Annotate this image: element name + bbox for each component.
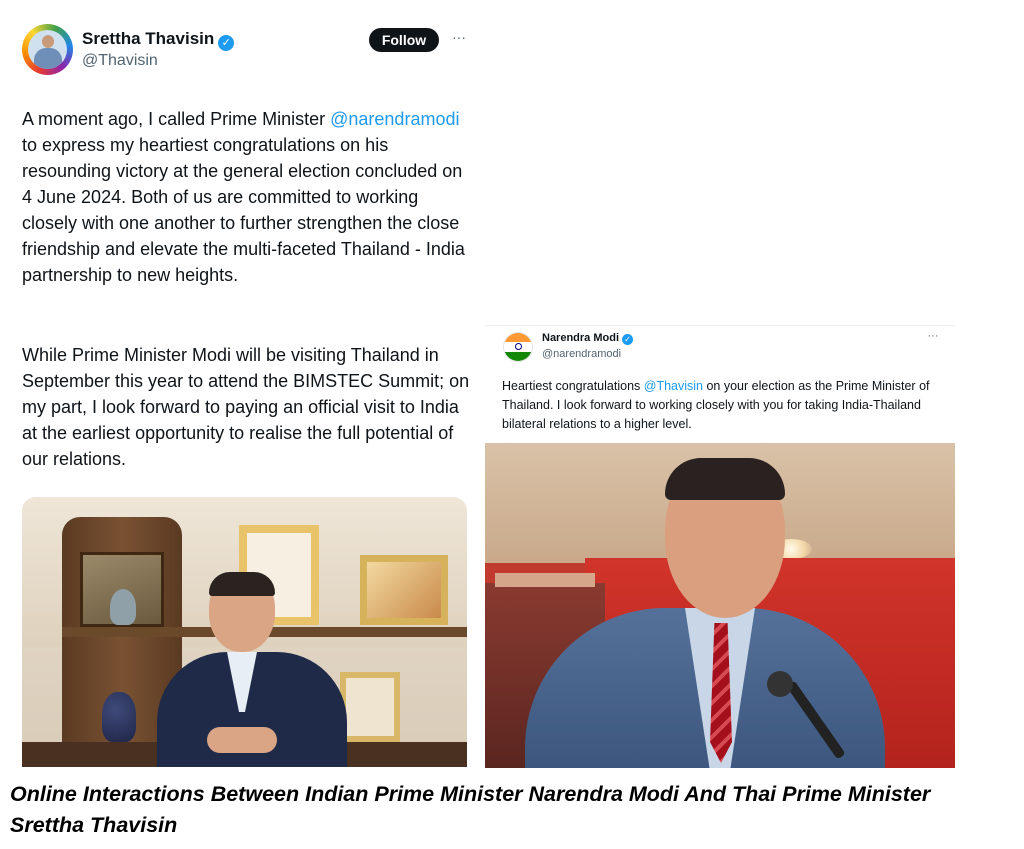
tweet1-text-part2: to express my heartiest congratulations … bbox=[22, 135, 465, 285]
tweet1-photo[interactable] bbox=[22, 497, 467, 767]
follow-button[interactable]: Follow bbox=[369, 28, 439, 52]
tweet2-text-part1: Heartiest congratulations bbox=[502, 379, 644, 393]
tweet2-author-name[interactable]: Narendra Modi ✓ bbox=[542, 332, 634, 345]
tweet1-text-part1: A moment ago, I called Prime Minister bbox=[22, 109, 331, 129]
photo2-person bbox=[525, 458, 885, 768]
verified-badge-icon: ✓ bbox=[218, 35, 235, 51]
tweet1-paragraph-2: While Prime Minister Modi will be visiti… bbox=[22, 345, 470, 469]
mention-link-narendramodi[interactable]: @narendramodi bbox=[330, 109, 459, 129]
tweet1-text: A moment ago, I called Prime Minister @n… bbox=[22, 106, 472, 288]
photo1-person-hair bbox=[209, 572, 275, 596]
tweet2-author-name-text: Narendra Modi bbox=[542, 332, 620, 344]
flag-white-band bbox=[504, 342, 532, 352]
photo1-picture-frame bbox=[360, 555, 448, 625]
tweet1-author-name-text: Srettha Thavisin bbox=[82, 29, 215, 48]
srettha-avatar[interactable] bbox=[22, 24, 73, 75]
avatar-torso-shape bbox=[34, 48, 62, 69]
ashoka-chakra-icon bbox=[515, 343, 522, 351]
avatar-photo bbox=[28, 30, 67, 69]
tweet1-author-handle[interactable]: @Thavisin bbox=[82, 52, 158, 70]
photo1-person-hands bbox=[207, 727, 277, 753]
microphone-icon bbox=[767, 671, 793, 697]
photo2-person-hair bbox=[665, 458, 785, 500]
photo1-person bbox=[137, 572, 367, 767]
image-caption: Online Interactions Between Indian Prime… bbox=[10, 782, 931, 837]
tweet2-text: Heartiest congratulations @Thavisin on y… bbox=[502, 377, 942, 434]
tweet1-paragraph-1: A moment ago, I called Prime Minister @n… bbox=[22, 106, 472, 288]
photo1-vase bbox=[110, 589, 136, 625]
tweet2-photo[interactable] bbox=[485, 443, 955, 768]
more-options-icon[interactable]: ··· bbox=[924, 331, 942, 345]
mention-link-thavisin[interactable]: @Thavisin bbox=[644, 379, 703, 393]
avatar-head-shape bbox=[42, 35, 54, 48]
indian-flag-avatar-icon[interactable] bbox=[503, 332, 533, 362]
tweet2-author-handle[interactable]: @narendramodi bbox=[542, 348, 621, 360]
more-options-icon[interactable]: ··· bbox=[449, 28, 469, 50]
tweet1-author-name[interactable]: Srettha Thavisin ✓ bbox=[82, 29, 235, 51]
verified-badge-icon: ✓ bbox=[622, 334, 634, 345]
photo1-urn bbox=[102, 692, 136, 742]
